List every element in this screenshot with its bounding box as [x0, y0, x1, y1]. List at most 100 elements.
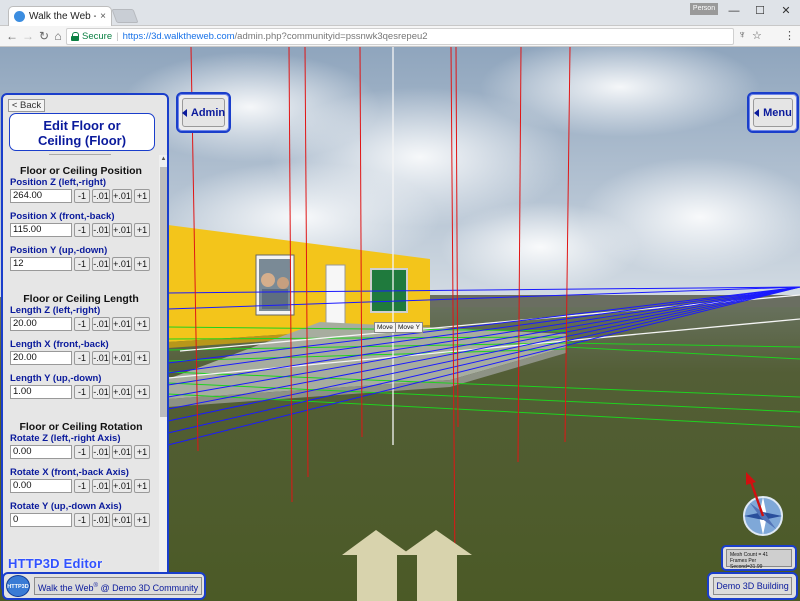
- value-input[interactable]: 1.00: [10, 385, 72, 399]
- bookmark-star-icon[interactable]: ☆: [752, 29, 762, 42]
- building-button[interactable]: Demo 3D Building: [707, 572, 798, 600]
- new-tab-button[interactable]: [111, 9, 139, 23]
- field-label: Rotate X (front,-back Axis): [10, 467, 129, 478]
- chevron-left-icon: [754, 108, 760, 117]
- plus-one-button[interactable]: +1: [134, 445, 150, 459]
- extension-icon[interactable]: ♆: [738, 29, 746, 41]
- minus-one-button[interactable]: -1: [74, 351, 90, 365]
- field-row: 20.00 -1 -.01 +.01 +1: [10, 351, 150, 365]
- minus-hundredth-button[interactable]: -.01: [92, 445, 110, 459]
- plus-one-button[interactable]: +1: [134, 513, 150, 527]
- back-arrow-icon[interactable]: ←: [4, 28, 20, 44]
- home-icon[interactable]: ⌂: [50, 28, 66, 44]
- minus-hundredth-button[interactable]: -.01: [92, 479, 110, 493]
- plus-one-button[interactable]: +1: [134, 351, 150, 365]
- plus-hundredth-button[interactable]: +.01: [112, 189, 132, 203]
- back-button[interactable]: < Back: [8, 99, 45, 112]
- field-row: 0.00 -1 -.01 +.01 +1: [10, 445, 150, 459]
- menu-button[interactable]: Menu: [747, 92, 799, 133]
- tab-title: Walk the Web - 3D Build: [29, 11, 96, 22]
- minus-one-button[interactable]: -1: [74, 223, 90, 237]
- field-row: 1.00 -1 -.01 +.01 +1: [10, 385, 150, 399]
- field-row: 264.00 -1 -.01 +.01 +1: [10, 189, 150, 203]
- url-field[interactable]: Secure | https://3d.walktheweb.com /admi…: [66, 28, 734, 45]
- field-row: 12 -1 -.01 +.01 +1: [10, 257, 150, 271]
- plus-hundredth-button[interactable]: +.01: [112, 385, 132, 399]
- forward-arrow-icon[interactable]: →: [20, 28, 36, 44]
- scroll-up-icon[interactable]: ▲: [160, 156, 167, 162]
- plus-one-button[interactable]: +1: [134, 385, 150, 399]
- plus-hundredth-button[interactable]: +.01: [112, 223, 132, 237]
- field-label: Length Z (left,-right): [10, 305, 101, 316]
- secure-label: Secure: [82, 31, 113, 42]
- minus-one-button[interactable]: -1: [74, 257, 90, 271]
- field-label: Length X (front,-back): [10, 339, 109, 350]
- minus-one-button[interactable]: -1: [74, 189, 90, 203]
- browser-tab-bar: Walk the Web - 3D Build × Person — ☐ ✕: [0, 0, 800, 26]
- plus-one-button[interactable]: +1: [134, 257, 150, 271]
- plus-one-button[interactable]: +1: [134, 317, 150, 331]
- address-bar-row: ← → ↻ ⌂ Secure | https://3d.walktheweb.c…: [0, 26, 800, 47]
- minus-hundredth-button[interactable]: -.01: [92, 351, 110, 365]
- browser-tab[interactable]: Walk the Web - 3D Build ×: [8, 6, 112, 26]
- minus-one-button[interactable]: -1: [74, 445, 90, 459]
- plus-hundredth-button[interactable]: +.01: [112, 257, 132, 271]
- community-label: Walk the Web® @ Demo 3D Community: [34, 577, 202, 595]
- minus-hundredth-button[interactable]: -.01: [92, 385, 110, 399]
- minus-one-button[interactable]: -1: [74, 513, 90, 527]
- minus-one-button[interactable]: -1: [74, 385, 90, 399]
- plus-one-button[interactable]: +1: [134, 479, 150, 493]
- frames-per-second: Frames Per Second=31.99: [730, 558, 763, 570]
- move-y-handle-2[interactable]: Move Y: [395, 322, 423, 333]
- chevron-left-icon: [181, 108, 187, 117]
- admin-button[interactable]: Admin: [176, 92, 231, 133]
- minus-one-button[interactable]: -1: [74, 479, 90, 493]
- minus-hundredth-button[interactable]: -.01: [92, 257, 110, 271]
- field-label: Rotate Y (up,-down Axis): [10, 501, 122, 512]
- field-row: 0 -1 -.01 +.01 +1: [10, 513, 150, 527]
- value-input[interactable]: 0: [10, 513, 72, 527]
- minimize-button[interactable]: —: [722, 2, 746, 20]
- plus-hundredth-button[interactable]: +.01: [112, 445, 132, 459]
- vertical-scrollbar[interactable]: ▲ ▼: [159, 155, 167, 583]
- scrollbar-thumb[interactable]: [160, 167, 167, 417]
- minus-hundredth-button[interactable]: -.01: [92, 513, 110, 527]
- plus-hundredth-button[interactable]: +.01: [112, 317, 132, 331]
- value-input[interactable]: 264.00: [10, 189, 72, 203]
- value-input[interactable]: 20.00: [10, 351, 72, 365]
- profile-badge[interactable]: Person: [690, 3, 718, 15]
- value-input[interactable]: 20.00: [10, 317, 72, 331]
- app-title: HTTP3D Editor: [8, 556, 103, 571]
- plus-hundredth-button[interactable]: +.01: [112, 513, 132, 527]
- building-label: Demo 3D Building: [713, 577, 792, 595]
- value-input[interactable]: 0.00: [10, 445, 72, 459]
- minus-hundredth-button[interactable]: -.01: [92, 317, 110, 331]
- close-window-button[interactable]: ✕: [774, 2, 798, 20]
- field-label: Rotate Z (left,-right Axis): [10, 433, 121, 444]
- tab-close-icon[interactable]: ×: [100, 11, 106, 22]
- 3d-scene-canvas[interactable]: Move Y Move Y Admin Menu < Back Edit Flo…: [0, 47, 800, 601]
- plus-hundredth-button[interactable]: +.01: [112, 479, 132, 493]
- lock-icon: [71, 32, 79, 41]
- minus-hundredth-button[interactable]: -.01: [92, 189, 110, 203]
- plus-one-button[interactable]: +1: [134, 189, 150, 203]
- browser-menu-icon[interactable]: ⋮: [784, 29, 795, 42]
- plus-hundredth-button[interactable]: +.01: [112, 351, 132, 365]
- field-label: Position Y (up,-down): [10, 245, 108, 256]
- value-input[interactable]: 115.00: [10, 223, 72, 237]
- minus-hundredth-button[interactable]: -.01: [92, 223, 110, 237]
- maximize-button[interactable]: ☐: [748, 2, 772, 20]
- field-row: 20.00 -1 -.01 +.01 +1: [10, 317, 150, 331]
- section-title: Floor or Ceiling Length: [23, 293, 139, 305]
- value-input[interactable]: 0.00: [10, 479, 72, 493]
- community-button[interactable]: HTTP3D Walk the Web® @ Demo 3D Community: [2, 572, 206, 600]
- panel-title-line1: Edit Floor or: [43, 118, 121, 133]
- edit-floor-panel: < Back Edit Floor or Ceiling (Floor) Flo…: [1, 93, 169, 593]
- panel-title-line2: Ceiling (Floor): [37, 133, 127, 148]
- minus-one-button[interactable]: -1: [74, 317, 90, 331]
- value-input[interactable]: 12: [10, 257, 72, 271]
- plus-one-button[interactable]: +1: [134, 223, 150, 237]
- field-label: Position X (front,-back): [10, 211, 115, 222]
- http3d-logo-icon: HTTP3D: [6, 575, 30, 597]
- section-title: Floor or Ceiling Rotation: [19, 421, 143, 433]
